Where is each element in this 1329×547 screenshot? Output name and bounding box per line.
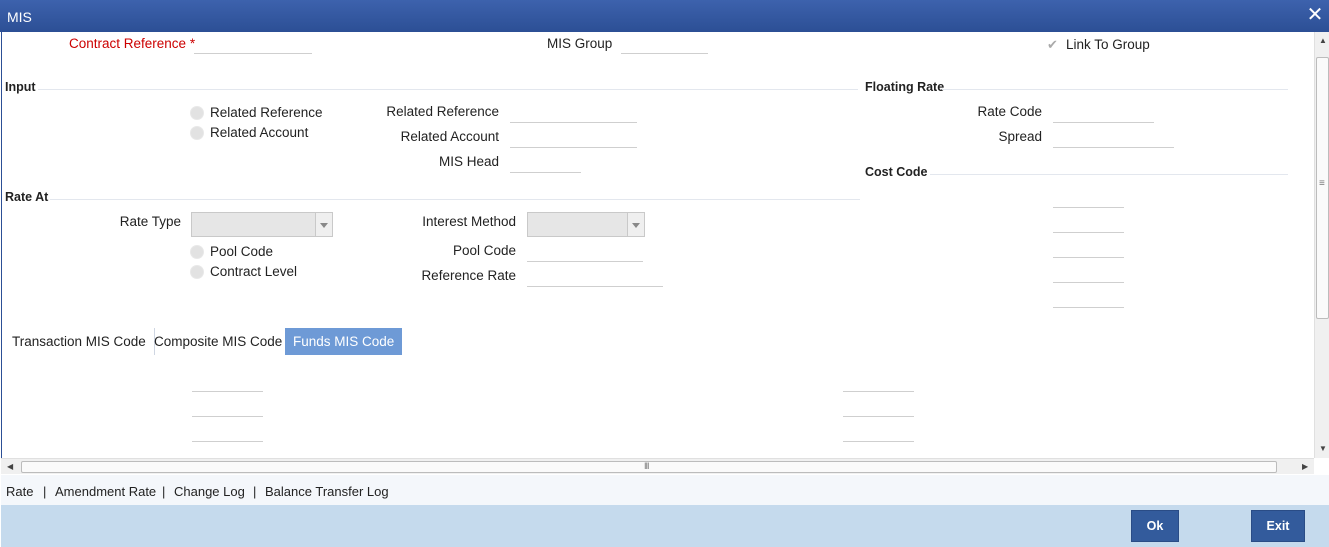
funds-mis-field-1[interactable] xyxy=(192,370,263,392)
funds-mis-field-6[interactable] xyxy=(843,420,914,442)
contract-reference-label-text: Contract Reference xyxy=(69,36,187,51)
funds-mis-field-3[interactable] xyxy=(192,420,263,442)
mis-head-field[interactable] xyxy=(510,151,581,173)
related-reference-label: Related Reference xyxy=(386,104,499,119)
related-account-field[interactable] xyxy=(510,126,637,148)
pool-code-radio[interactable] xyxy=(190,245,204,259)
floating-rate-section-divider xyxy=(942,89,1288,90)
pool-code-label: Pool Code xyxy=(452,243,516,258)
scroll-down-icon[interactable]: ▼ xyxy=(1319,444,1327,453)
funds-mis-field-5[interactable] xyxy=(843,395,914,417)
cost-code-field-2[interactable] xyxy=(1053,211,1124,233)
cost-code-section-divider xyxy=(930,174,1288,175)
contract-reference-label: Contract Reference * xyxy=(69,36,195,51)
change-log-link[interactable]: Change Log xyxy=(174,484,245,499)
spread-label: Spread xyxy=(998,129,1042,144)
vertical-scrollbar-thumb[interactable] xyxy=(1316,57,1329,319)
scroll-up-icon[interactable]: ▲ xyxy=(1319,36,1327,45)
tab-composite-mis-code[interactable]: Composite MIS Code xyxy=(146,328,292,355)
horizontal-scrollbar[interactable]: ◀ ▶ xyxy=(1,458,1314,474)
rate-type-label: Rate Type xyxy=(119,214,181,229)
tab-funds-mis-code[interactable]: Funds MIS Code xyxy=(285,328,403,355)
amendment-rate-link[interactable]: Amendment Rate xyxy=(55,484,156,499)
related-account-radio[interactable] xyxy=(190,126,204,140)
scroll-right-icon[interactable]: ▶ xyxy=(1302,462,1308,471)
input-section-divider xyxy=(38,89,858,90)
rate-code-field[interactable] xyxy=(1053,101,1154,123)
window-title: MIS xyxy=(7,9,32,25)
rate-code-label: Rate Code xyxy=(977,104,1042,119)
vertical-scrollbar[interactable]: ▲ ▼ xyxy=(1314,32,1329,458)
related-reference-radio[interactable] xyxy=(190,106,204,120)
link-separator: | xyxy=(43,484,47,499)
related-account-label: Related Account xyxy=(400,129,499,144)
link-to-group-checkbox[interactable]: ✔ xyxy=(1047,38,1061,52)
mis-group-label: MIS Group xyxy=(547,36,613,51)
exit-button[interactable]: Exit xyxy=(1251,510,1305,542)
interest-method-label: Interest Method xyxy=(422,214,516,229)
link-separator: | xyxy=(162,484,166,499)
ok-button[interactable]: Ok xyxy=(1131,510,1179,542)
mis-group-field[interactable] xyxy=(621,32,708,54)
scroll-left-icon[interactable]: ◀ xyxy=(7,462,13,471)
spread-field[interactable] xyxy=(1053,126,1174,148)
close-icon[interactable]: ✕ xyxy=(1305,4,1325,26)
contract-reference-field[interactable] xyxy=(194,32,312,54)
link-separator: | xyxy=(253,484,257,499)
interest-method-select[interactable] xyxy=(527,212,645,237)
contract-level-radio-label: Contract Level xyxy=(210,264,298,279)
rate-link[interactable]: Rate xyxy=(6,484,33,499)
window-titlebar: MIS ✕ xyxy=(0,0,1329,32)
cost-code-field-1[interactable] xyxy=(1053,186,1124,208)
floating-rate-section-title: Floating Rate xyxy=(865,80,945,94)
funds-mis-field-4[interactable] xyxy=(843,370,914,392)
related-reference-radio-label: Related Reference xyxy=(210,105,323,120)
related-reference-field[interactable] xyxy=(510,101,637,123)
pool-code-field[interactable] xyxy=(527,240,643,262)
bottom-links-bar: Rate | Amendment Rate | Change Log | Bal… xyxy=(1,475,1329,505)
cost-code-field-3[interactable] xyxy=(1053,236,1124,258)
horizontal-scrollbar-thumb[interactable] xyxy=(21,461,1277,473)
reference-rate-label: Reference Rate xyxy=(421,268,516,283)
mis-head-label: MIS Head xyxy=(438,154,499,169)
footer-bar: Ok Exit xyxy=(1,505,1329,547)
pool-code-radio-label: Pool Code xyxy=(210,244,274,259)
cost-code-section-title: Cost Code xyxy=(865,165,928,179)
link-to-group-label: Link To Group xyxy=(1066,37,1150,52)
input-section-title: Input xyxy=(5,80,36,94)
funds-mis-field-2[interactable] xyxy=(192,395,263,417)
mis-form: Contract Reference * MIS Group ✔ Link To… xyxy=(1,32,1314,458)
rate-type-select[interactable] xyxy=(191,212,333,237)
rate-at-section-divider xyxy=(50,199,860,200)
related-account-radio-label: Related Account xyxy=(210,125,309,140)
tab-transaction-mis-code[interactable]: Transaction MIS Code xyxy=(4,328,155,355)
cost-code-field-4[interactable] xyxy=(1053,261,1124,283)
chevron-down-icon xyxy=(627,213,644,236)
contract-level-radio[interactable] xyxy=(190,265,204,279)
rate-at-section-title: Rate At xyxy=(5,190,49,204)
balance-transfer-log-link[interactable]: Balance Transfer Log xyxy=(265,484,389,499)
cost-code-field-5[interactable] xyxy=(1053,286,1124,308)
chevron-down-icon xyxy=(315,213,332,236)
reference-rate-field[interactable] xyxy=(527,265,663,287)
